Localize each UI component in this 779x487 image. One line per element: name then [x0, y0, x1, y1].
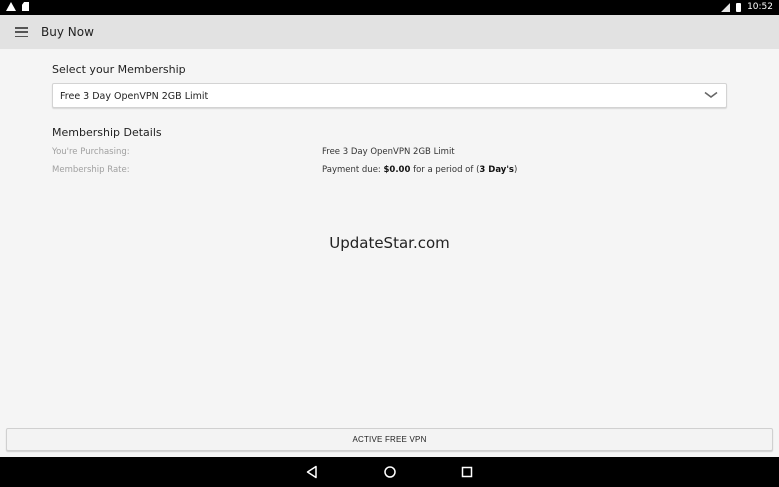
home-icon[interactable]: [383, 465, 397, 479]
app-bar: Buy Now: [0, 15, 779, 49]
recents-icon[interactable]: [460, 465, 474, 479]
active-free-vpn-button[interactable]: ACTIVE FREE VPN: [6, 428, 773, 451]
watermark-text: UpdateStar.com: [329, 234, 450, 252]
rate-label: Membership Rate:: [52, 165, 130, 175]
membership-select-label: Select your Membership: [52, 63, 186, 76]
battery-icon: [736, 3, 742, 12]
status-time: 10:52: [747, 2, 773, 12]
rate-value: Payment due: $0.00 for a period of (3 Da…: [322, 165, 517, 175]
warning-icon: [6, 2, 16, 11]
sd-card-icon: [22, 2, 29, 11]
rate-period: 3 Day's: [479, 165, 514, 175]
membership-select-value: Free 3 Day OpenVPN 2GB Limit: [60, 91, 209, 102]
rate-prefix: Payment due:: [322, 165, 384, 175]
page-title: Buy Now: [41, 25, 94, 39]
membership-select[interactable]: Free 3 Day OpenVPN 2GB Limit: [52, 83, 727, 108]
purchasing-value: Free 3 Day OpenVPN 2GB Limit: [322, 147, 455, 157]
rate-amount: $0.00: [383, 165, 411, 175]
chevron-down-icon: [704, 91, 718, 98]
navigation-bar: [0, 457, 779, 487]
rate-middle: for a period of (: [410, 165, 480, 175]
membership-details-heading: Membership Details: [52, 126, 162, 139]
signal-icon: [721, 3, 731, 12]
status-bar: 10:52: [0, 0, 779, 15]
rate-suffix: ): [514, 165, 518, 175]
purchasing-label: You're Purchasing:: [52, 147, 130, 157]
hamburger-menu-icon[interactable]: [15, 27, 28, 37]
back-icon[interactable]: [305, 465, 319, 479]
